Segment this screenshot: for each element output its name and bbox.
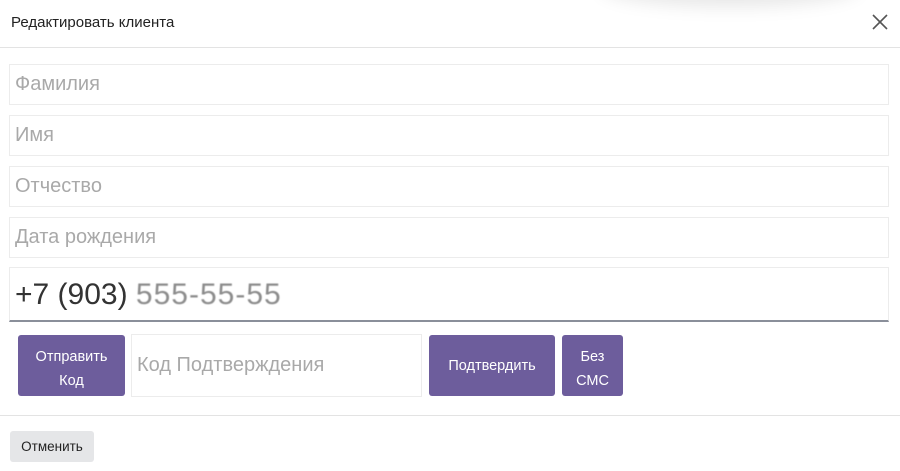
- send-code-button[interactable]: Отправить Код: [18, 335, 125, 396]
- phone-number-masked: 555-55-55: [135, 278, 282, 311]
- confirm-button[interactable]: Подтвердить: [429, 335, 555, 396]
- modal-footer: [0, 415, 900, 471]
- cancel-button[interactable]: Отменить: [10, 431, 94, 462]
- no-sms-button[interactable]: Без СМС: [562, 335, 623, 396]
- middle-name-input[interactable]: [9, 166, 889, 207]
- phone-prefix: +7 (903): [15, 278, 136, 311]
- modal-title: Редактировать клиента: [11, 14, 175, 31]
- close-button[interactable]: [870, 12, 890, 32]
- first-name-input[interactable]: [9, 115, 889, 156]
- confirmation-code-input[interactable]: [131, 334, 422, 397]
- close-icon: [872, 14, 888, 30]
- birth-date-input[interactable]: [9, 217, 889, 258]
- phone-input[interactable]: +7 (903) 555-55-55: [9, 267, 889, 322]
- edit-client-modal: Редактировать клиента +7 (903) 555-55-55…: [0, 0, 900, 471]
- modal-header: Редактировать клиента: [0, 0, 900, 48]
- last-name-input[interactable]: [9, 64, 889, 105]
